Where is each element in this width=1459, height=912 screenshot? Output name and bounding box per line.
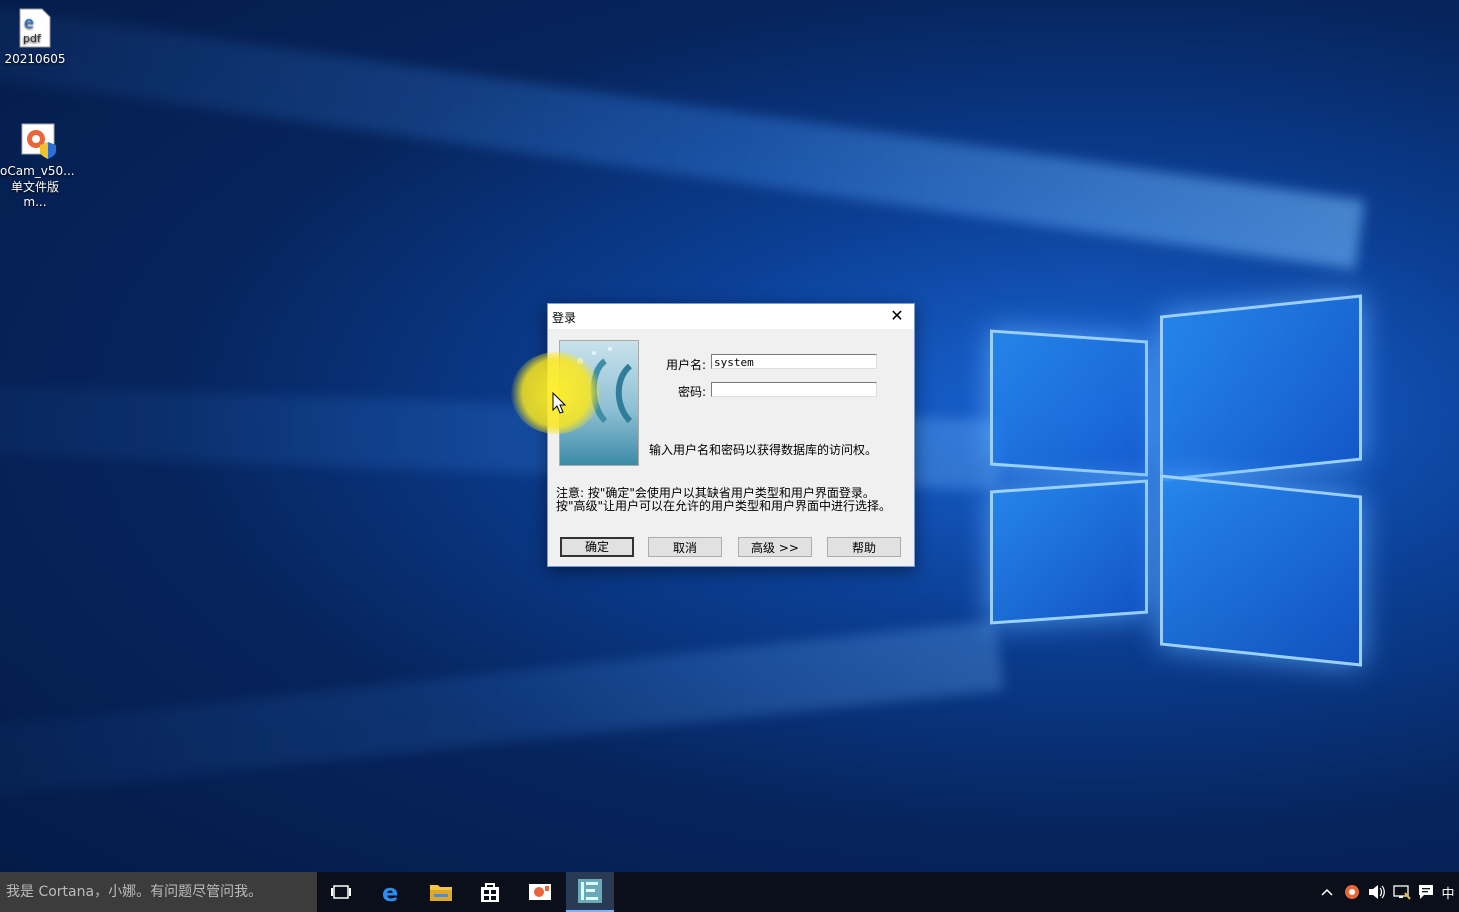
desktop-icon-pdf[interactable]: e pdf 20210605 xyxy=(0,8,70,66)
help-button[interactable]: 帮助 xyxy=(827,537,901,557)
ok-button[interactable]: 确定 xyxy=(560,537,634,557)
password-field[interactable] xyxy=(711,382,877,397)
ime-indicator[interactable]: 中 xyxy=(1439,872,1457,912)
task-view-icon[interactable] xyxy=(317,872,365,912)
pdf-file-icon: e pdf xyxy=(18,8,52,48)
store-icon[interactable] xyxy=(466,872,514,912)
ocam-installer-icon xyxy=(18,120,56,160)
edge-icon[interactable]: e xyxy=(368,872,416,912)
chevron-up-icon[interactable] xyxy=(1318,872,1336,912)
action-center-icon[interactable] xyxy=(1415,872,1437,912)
file-explorer-icon[interactable] xyxy=(417,872,465,912)
database-app-icon[interactable] xyxy=(566,872,614,912)
desktop-icon-label: 单文件版m... xyxy=(10,180,59,209)
svg-text:pdf: pdf xyxy=(23,32,42,45)
desktop-icon-label: 20210605 xyxy=(4,52,66,66)
note-line-2: 按"高级"让用户可以在允许的用户类型和用户界面中进行选择。 xyxy=(556,499,892,513)
network-icon[interactable] xyxy=(1391,872,1413,912)
login-dialog: 登录 ✕ 用户名: system 密码: 输入用户名和密码以获得数据库的访问权。… xyxy=(547,303,915,567)
svg-text:e: e xyxy=(24,13,34,32)
svg-text:e: e xyxy=(382,880,398,904)
note-text: 注意: 按"确定"会使用户以其缺省用户类型和用户界面登录。 按"高级"让用户可以… xyxy=(556,487,891,513)
username-label: 用户名: xyxy=(665,358,706,372)
info-text: 输入用户名和密码以获得数据库的访问权。 xyxy=(649,443,878,457)
username-field[interactable]: system xyxy=(711,354,877,369)
close-icon[interactable]: ✕ xyxy=(886,306,908,326)
dialog-title: 登录 xyxy=(552,311,577,325)
desktop-icon-label: oCam_v50... xyxy=(0,164,75,178)
cancel-button[interactable]: 取消 xyxy=(648,537,722,557)
advanced-button[interactable]: 高级 >> xyxy=(738,537,812,557)
taskbar: 我是 Cortana，小娜。有问题尽管问我。 e 中 xyxy=(0,872,1459,912)
desktop-icon-ocam[interactable]: oCam_v50... 单文件版m... xyxy=(0,120,75,209)
dialog-titlebar[interactable]: 登录 ✕ xyxy=(548,304,914,329)
record-icon[interactable] xyxy=(1342,872,1362,912)
ocam-icon[interactable] xyxy=(516,872,564,912)
mouse-pointer-icon xyxy=(552,392,566,414)
cortana-search-box[interactable]: 我是 Cortana，小娜。有问题尽管问我。 xyxy=(0,872,317,912)
password-label: 密码: xyxy=(677,385,706,399)
volume-icon[interactable] xyxy=(1366,872,1388,912)
